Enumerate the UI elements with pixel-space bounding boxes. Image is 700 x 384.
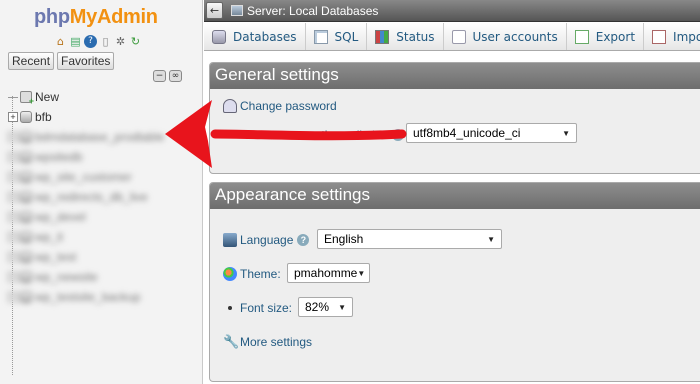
tree-item-blurred[interactable]: + wp_testsite_backup <box>8 290 140 304</box>
tree-item-label: New <box>35 90 60 104</box>
tree-controls: − ∞ <box>153 70 182 82</box>
documentation-icon[interactable]: ▯ <box>99 35 112 48</box>
tree-item-new[interactable]: New <box>8 90 60 106</box>
tree-item-blurred[interactable]: + bdmdatabase_prodtable <box>8 130 164 144</box>
bullet <box>228 306 232 310</box>
font-size-row: Font size: <box>228 301 292 315</box>
language-icon <box>223 233 237 247</box>
language-select[interactable]: English ▼ <box>317 229 502 249</box>
dropdown-arrow-icon: ▼ <box>487 234 495 244</box>
navigation-panel: phpMyAdmin ⌂ ▤ ? ▯ ✲ ↻ Recent Favorites … <box>0 0 203 384</box>
new-database-icon <box>20 91 34 106</box>
sql-icon <box>313 29 328 44</box>
tree-item-blurred[interactable]: + wp_redirects_db_live <box>8 190 148 204</box>
appearance-settings-panel: Appearance settings <box>209 182 700 382</box>
server-breadcrumb-bar: ← Server: Local Databases <box>204 0 700 22</box>
more-settings-link[interactable]: 🔧 More settings <box>223 334 312 350</box>
tree-item-blurred[interactable]: + wp_newsite <box>8 270 98 284</box>
dropdown-arrow-icon: ▼ <box>338 302 346 312</box>
general-settings-panel: General settings <box>209 62 700 174</box>
theme-row: Theme: <box>223 267 281 281</box>
tree-item-blurred[interactable]: + wp_devel <box>8 210 86 224</box>
theme-label[interactable]: Theme: <box>240 267 281 281</box>
dropdown-arrow-icon: ▼ <box>562 128 570 138</box>
tree-item-blurred[interactable]: + wp_it <box>8 230 63 244</box>
tab-sql[interactable]: SQL <box>305 23 368 50</box>
link-with-main-icon[interactable]: ∞ <box>169 70 182 82</box>
collapse-all-icon[interactable]: − <box>153 70 166 82</box>
general-settings-title: General settings <box>210 63 700 89</box>
tree-item-blurred[interactable]: + wp_site_customer <box>8 170 132 184</box>
export-icon <box>574 29 589 44</box>
language-label: Language <box>240 233 294 247</box>
tree-item-blurred[interactable]: + wp_test <box>8 250 76 264</box>
wrench-icon: 🔧 <box>223 334 240 349</box>
theme-select[interactable]: pmahomme ▼ <box>287 263 370 283</box>
main-menu: Databases SQL Status User accounts Expor… <box>204 23 700 51</box>
database-icon <box>20 111 32 123</box>
change-password-link[interactable]: Change password <box>223 99 337 113</box>
tab-user-accounts[interactable]: User accounts <box>443 23 567 50</box>
recent-favorites-tabs: Recent Favorites <box>8 52 115 70</box>
tab-databases[interactable]: Databases <box>204 23 306 50</box>
import-icon <box>652 29 667 44</box>
tab-status[interactable]: Status <box>367 23 444 50</box>
back-arrow-icon[interactable]: ← <box>206 2 223 19</box>
theme-icon <box>223 267 237 281</box>
collation-select[interactable]: utf8mb4_unicode_ci ▼ <box>406 123 577 143</box>
dropdown-arrow-icon: ▼ <box>357 268 366 278</box>
main-content: General settings Change password Server … <box>204 52 700 384</box>
recent-tab[interactable]: Recent <box>8 52 55 70</box>
appearance-settings-title: Appearance settings <box>210 183 700 209</box>
tree-item-label: bfb <box>35 110 52 124</box>
reload-icon[interactable]: ↻ <box>129 35 142 48</box>
expand-icon[interactable]: + <box>8 112 18 122</box>
user-accounts-icon <box>451 29 466 44</box>
settings-gear-icon[interactable]: ✲ <box>114 35 127 48</box>
help-icon[interactable]: ? <box>297 234 310 246</box>
collation-label: Server connection collation <box>244 128 389 142</box>
tree-item-bfb[interactable]: + bfb <box>8 110 52 124</box>
tab-import[interactable]: Import <box>644 23 700 50</box>
font-size-label: Font size: <box>240 301 293 315</box>
tree-item-blurred[interactable]: + wpsitedb <box>8 150 82 164</box>
help-icon[interactable]: ? <box>392 129 405 141</box>
favorites-tab[interactable]: Favorites <box>57 52 115 70</box>
font-size-select[interactable]: 82% ▼ <box>298 297 353 317</box>
status-icon <box>375 29 390 44</box>
database-icon <box>212 29 226 44</box>
server-icon <box>231 5 243 16</box>
exit-icon[interactable]: ▤ <box>69 35 82 48</box>
nav-icon-bar: ⌂ ▤ ? ▯ ✲ ↻ <box>54 35 142 48</box>
tab-export[interactable]: Export <box>566 23 645 50</box>
home-icon[interactable]: ⌂ <box>54 35 67 48</box>
key-icon <box>223 99 237 113</box>
phpmyadmin-logo[interactable]: phpMyAdmin <box>34 6 158 29</box>
collation-row: Server connection collation ? <box>244 128 405 142</box>
help-icon[interactable]: ? <box>84 35 97 48</box>
breadcrumb[interactable]: Server: Local Databases <box>247 4 378 18</box>
language-row: Language ? <box>223 233 310 247</box>
